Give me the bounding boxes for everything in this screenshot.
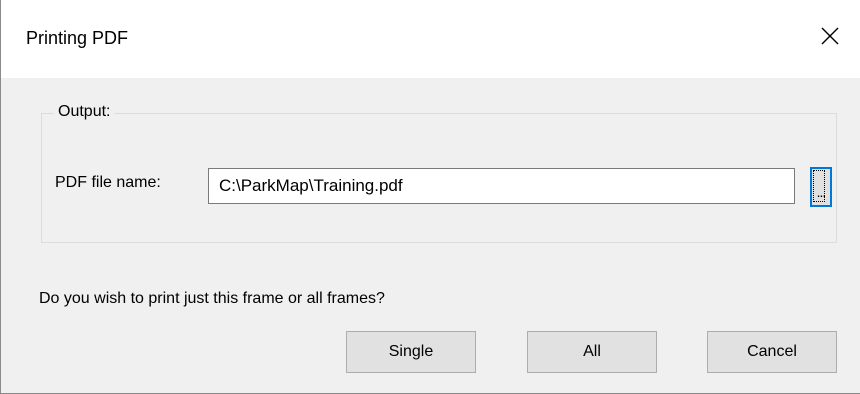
title-bar: Printing PDF — [1, 0, 860, 78]
print-frames-question: Do you wish to print just this frame or … — [39, 290, 385, 307]
close-icon — [821, 27, 839, 45]
single-button[interactable]: Single — [346, 331, 476, 373]
browse-button[interactable]: ... — [810, 167, 832, 207]
browse-button-label: ... — [816, 184, 827, 200]
pdf-file-name-input[interactable] — [208, 168, 795, 204]
close-button[interactable] — [801, 10, 859, 62]
all-button[interactable]: All — [527, 331, 657, 373]
output-group-label: Output: — [54, 101, 115, 123]
dialog-title: Printing PDF — [26, 28, 129, 48]
pdf-file-name-label: PDF file name: — [55, 174, 161, 191]
cancel-button[interactable]: Cancel — [707, 331, 837, 373]
printing-pdf-dialog: Printing PDF Output: PDF file name: ... … — [0, 0, 860, 394]
